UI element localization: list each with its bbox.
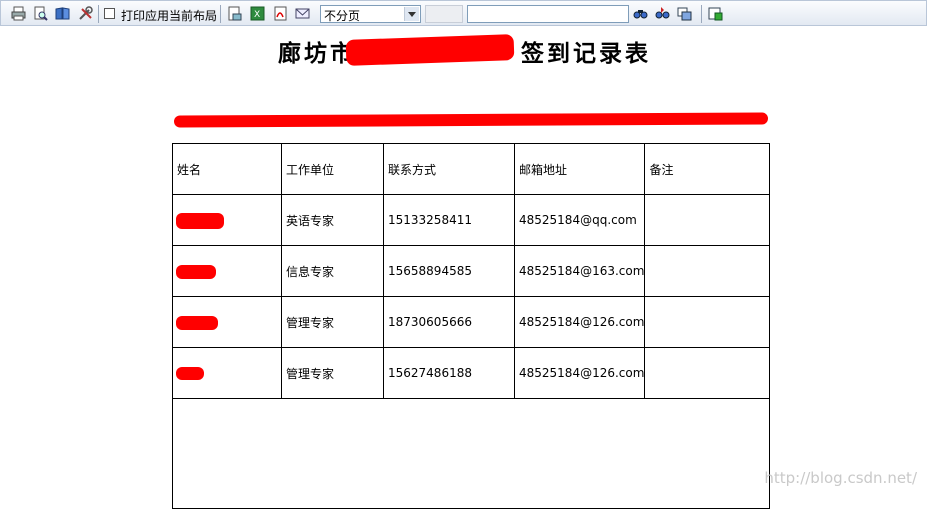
table-row: 信息专家 15658894585 48525184@163.com	[172, 245, 771, 297]
email-icon[interactable]	[295, 6, 310, 21]
header-phone: 联系方式	[383, 143, 515, 195]
empty-cell	[171, 398, 771, 509]
phone-cell: 15133258411	[383, 194, 515, 246]
table-row: 管理专家 15627486188 48525184@126.com	[172, 347, 771, 399]
print-layout-checkbox[interactable]	[104, 8, 115, 19]
find-next-icon[interactable]	[655, 6, 670, 21]
table-empty-row	[171, 398, 771, 509]
table-header-row: 姓名 工作单位 联系方式 邮箱地址 备注	[172, 143, 771, 195]
chevron-down-icon[interactable]	[404, 7, 419, 21]
name-cell	[172, 347, 282, 399]
toolbar-separator	[701, 5, 702, 23]
paging-select[interactable]: 不分页	[320, 5, 421, 23]
unit-cell: 管理专家	[281, 296, 384, 348]
title-suffix: 签到记录表	[521, 40, 651, 67]
table-row: 管理专家 18730605666 48525184@126.com	[172, 296, 771, 348]
pdf-export-icon[interactable]	[273, 6, 288, 21]
name-cell	[172, 296, 282, 348]
header-email: 邮箱地址	[513, 143, 646, 195]
print-layout-label: 打印应用当前布局	[121, 9, 218, 23]
signin-table: 姓名 工作单位 联系方式 邮箱地址 备注 英语专家 15133258411 48…	[171, 143, 771, 509]
email-cell: 48525184@126.com	[513, 347, 646, 399]
redaction-mark	[176, 213, 224, 229]
remark-cell	[644, 194, 771, 246]
header-unit: 工作单位	[281, 143, 384, 195]
remark-cell	[644, 296, 771, 348]
remark-cell	[644, 347, 771, 399]
phone-cell: 15658894585	[383, 245, 515, 297]
toolbar-separator	[220, 5, 221, 23]
book-icon[interactable]	[55, 6, 70, 21]
header-remark: 备注	[644, 143, 771, 195]
name-cell	[172, 194, 282, 246]
svg-text:X: X	[254, 10, 260, 20]
phone-cell: 15627486188	[383, 347, 515, 399]
print-icon[interactable]	[11, 6, 26, 21]
toolbar-separator	[98, 5, 99, 23]
page-number-box[interactable]	[425, 5, 463, 23]
title-prefix: 廊坊市	[278, 40, 356, 67]
redaction-mark	[176, 316, 218, 330]
email-cell: 48525184@163.com	[513, 245, 646, 297]
phone-cell: 18730605666	[383, 296, 515, 348]
email-cell: 48525184@qq.com	[513, 194, 646, 246]
email-cell: 48525184@126.com	[513, 296, 646, 348]
export-icon[interactable]	[708, 6, 723, 21]
find-previous-icon[interactable]	[677, 6, 692, 21]
unit-cell: 英语专家	[281, 194, 384, 246]
watermark: http://blog.csdn.net/	[764, 469, 917, 487]
unit-cell: 管理专家	[281, 347, 384, 399]
unit-cell: 信息专家	[281, 245, 384, 297]
header-name: 姓名	[172, 143, 282, 195]
name-cell	[172, 245, 282, 297]
find-icon[interactable]	[633, 6, 648, 21]
redaction-mark	[176, 265, 216, 279]
remark-cell	[644, 245, 771, 297]
search-input[interactable]	[467, 5, 629, 23]
print-preview-icon[interactable]	[33, 6, 48, 21]
redaction-mark	[176, 367, 204, 380]
report-toolbar: 打印应用当前布局 X 不分页	[0, 0, 927, 26]
page-setup-icon[interactable]	[227, 6, 242, 21]
paging-select-value: 不分页	[324, 9, 361, 23]
redaction-mark	[173, 112, 769, 128]
table-row: 英语专家 15133258411 48525184@qq.com	[172, 194, 771, 246]
excel-export-icon[interactable]: X	[250, 6, 265, 21]
tools-icon[interactable]	[78, 6, 93, 21]
